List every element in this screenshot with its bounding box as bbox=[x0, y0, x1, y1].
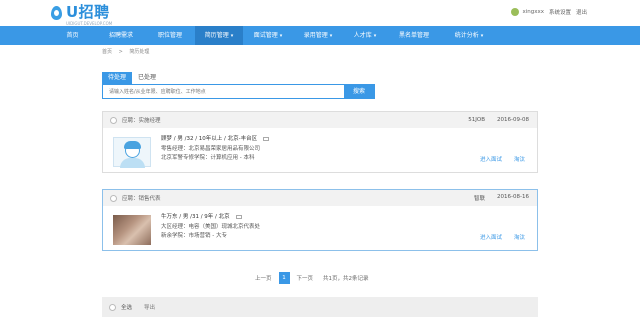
user-area: xingxxx 系统设置 退出 bbox=[511, 8, 592, 16]
reject-link[interactable]: 淘汰 bbox=[514, 233, 525, 241]
select-all-label[interactable]: 全选 bbox=[121, 303, 132, 311]
candidate-education: 新余学院：市场营销 - 大专 bbox=[161, 233, 227, 239]
main-nav: 首页 招聘需求 职位管理 简历管理 ▾ 面试管理 ▾ 录用管理 ▾ 人才库 ▾ 黑名单管… bbox=[0, 26, 640, 45]
logo-subtitle: UIDIGUT.DEVELOP.COM bbox=[66, 21, 113, 26]
candidate-avatar bbox=[113, 137, 151, 168]
nav-talent-pool[interactable]: 人才库 ▾ bbox=[343, 26, 387, 45]
nav-hiring[interactable]: 录用管理 ▾ bbox=[293, 26, 343, 45]
chevron-down-icon: ▾ bbox=[279, 33, 283, 39]
candidate-summary[interactable]: 顾梦 / 男 /32 / 10年以上 / 北京-丰台区 bbox=[161, 135, 270, 145]
pagination: 上一页 1 下一页 共1页，共2条记录 bbox=[255, 272, 369, 284]
nav-label: 面试管理 bbox=[253, 32, 278, 39]
prev-page-button[interactable]: 上一页 bbox=[255, 274, 272, 282]
page-number-current[interactable]: 1 bbox=[278, 272, 290, 284]
nav-statistics[interactable]: 统计分析 ▾ bbox=[443, 26, 495, 45]
nav-resumes[interactable]: 简历管理 ▾ bbox=[195, 26, 243, 45]
nav-label: 录用管理 bbox=[303, 32, 328, 39]
export-button[interactable]: 导出 bbox=[144, 303, 155, 311]
app-logo[interactable]: U招聘 UIDIGUT.DEVELOP.COM bbox=[50, 3, 112, 26]
interview-link[interactable]: 进入面试 bbox=[480, 233, 502, 241]
select-checkbox[interactable] bbox=[110, 116, 117, 124]
settings-link[interactable]: 系统设置 bbox=[549, 8, 571, 16]
nav-label: 人才库 bbox=[353, 32, 372, 39]
apply-date: 2016-09-08 bbox=[497, 117, 529, 123]
tab-processed[interactable]: 已处理 bbox=[132, 72, 162, 84]
avatar[interactable] bbox=[511, 8, 520, 16]
mail-icon[interactable] bbox=[235, 214, 242, 219]
breadcrumb: 首页 > 简历处理 bbox=[102, 48, 149, 55]
status-tabs: 待处理 已处理 bbox=[102, 72, 538, 84]
nav-label: 黑名单管理 bbox=[398, 32, 429, 39]
nav-label: 职位管理 bbox=[157, 32, 182, 39]
mail-icon[interactable] bbox=[263, 136, 270, 141]
candidate-job: 零售经理：北京易昌荣家居用品有限公司 bbox=[161, 145, 261, 152]
chevron-down-icon: ▾ bbox=[329, 33, 333, 39]
candidate-info: 牛万东 / 男 /31 / 9年 / 北京 大区经理：电容（美国）现城北京代表处… bbox=[161, 213, 260, 242]
tab-pending[interactable]: 待处理 bbox=[102, 72, 133, 84]
username[interactable]: xingxxx bbox=[522, 9, 544, 15]
card-body: 顾梦 / 男 /32 / 10年以上 / 北京-丰台区 零售经理：北京易昌荣家居… bbox=[103, 128, 537, 172]
resume-source: 51JOB bbox=[468, 117, 486, 123]
logo-text: U招聘 bbox=[66, 3, 110, 21]
candidate-education: 北京军警专修学院：计算机应用 - 本科 bbox=[161, 155, 255, 161]
interview-link[interactable]: 进入面试 bbox=[480, 155, 502, 163]
nav-requirements[interactable]: 招聘需求 bbox=[97, 26, 147, 45]
chevron-down-icon: ▾ bbox=[230, 33, 234, 39]
summary-text: 顾梦 / 男 /32 / 10年以上 / 北京-丰台区 bbox=[161, 136, 258, 142]
search-input[interactable] bbox=[103, 85, 344, 98]
applied-position: 应聘：销售代表 bbox=[122, 196, 161, 202]
nav-home[interactable]: 首页 bbox=[50, 26, 97, 45]
card-header: 应聘：销售代表 智联 2016-08-16 bbox=[103, 190, 537, 206]
nav-label: 首页 bbox=[66, 32, 79, 39]
candidate-card: 应聘：销售代表 智联 2016-08-16 牛万东 / 男 /31 / 9年 /… bbox=[102, 189, 538, 251]
bulk-actions-bar: 全选 导出 bbox=[102, 297, 538, 317]
top-header: U招聘 UIDIGUT.DEVELOP.COM xingxxx 系统设置 退出 bbox=[0, 0, 640, 26]
page-summary: 共1页，共2条记录 bbox=[323, 276, 369, 282]
card-actions: 进入面试 淘汰 bbox=[480, 233, 525, 241]
chevron-down-icon: ▾ bbox=[480, 33, 484, 39]
breadcrumb-home[interactable]: 首页 bbox=[102, 49, 112, 55]
applied-position: 应聘：实施经理 bbox=[122, 118, 161, 124]
logout-link[interactable]: 退出 bbox=[576, 8, 587, 16]
nav-blacklist[interactable]: 黑名单管理 bbox=[387, 26, 443, 45]
card-header: 应聘：实施经理 51JOB 2016-09-08 bbox=[103, 112, 537, 128]
search-button[interactable]: 搜索 bbox=[344, 85, 374, 98]
candidate-summary[interactable]: 牛万东 / 男 /31 / 9年 / 北京 bbox=[161, 213, 260, 223]
main-content: 待处理 已处理 搜索 bbox=[102, 58, 538, 99]
candidate-card: 应聘：实施经理 51JOB 2016-09-08 顾梦 / 男 /32 / 10… bbox=[102, 111, 538, 173]
search-bar: 搜索 bbox=[102, 84, 375, 99]
chevron-down-icon: ▾ bbox=[373, 33, 377, 39]
reject-link[interactable]: 淘汰 bbox=[514, 155, 525, 163]
card-body: 牛万东 / 男 /31 / 9年 / 北京 大区经理：电容（美国）现城北京代表处… bbox=[103, 206, 537, 250]
nav-label: 统计分析 bbox=[454, 32, 479, 39]
card-actions: 进入面试 淘汰 bbox=[480, 155, 525, 163]
select-checkbox[interactable] bbox=[110, 194, 117, 202]
summary-text: 牛万东 / 男 /31 / 9年 / 北京 bbox=[161, 214, 230, 220]
next-page-button[interactable]: 下一页 bbox=[297, 274, 314, 282]
breadcrumb-current: 简历处理 bbox=[129, 49, 150, 55]
candidate-info: 顾梦 / 男 /32 / 10年以上 / 北京-丰台区 零售经理：北京易昌荣家居… bbox=[161, 135, 270, 164]
nav-interviews[interactable]: 面试管理 ▾ bbox=[243, 26, 293, 45]
nav-label: 简历管理 bbox=[204, 32, 229, 39]
logo-drop-icon bbox=[50, 4, 63, 21]
candidate-job: 大区经理：电容（美国）现城北京代表处 bbox=[161, 223, 261, 230]
breadcrumb-separator: > bbox=[118, 49, 123, 55]
nav-positions[interactable]: 职位管理 bbox=[147, 26, 195, 45]
select-all-checkbox[interactable] bbox=[109, 303, 116, 311]
apply-date: 2016-08-16 bbox=[497, 194, 529, 200]
nav-label: 招聘需求 bbox=[108, 32, 133, 39]
resume-source: 智联 bbox=[474, 196, 486, 202]
candidate-photo bbox=[113, 215, 151, 245]
